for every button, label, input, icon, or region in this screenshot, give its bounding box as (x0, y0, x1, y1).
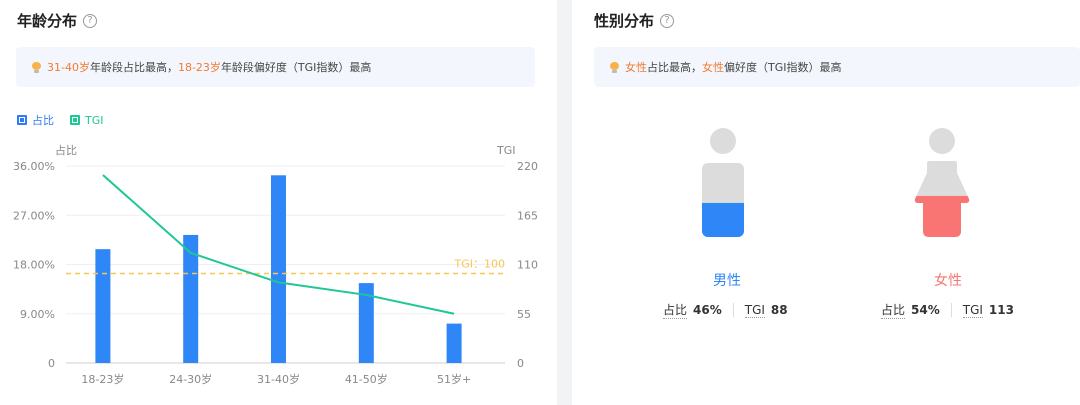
left-axis-tick: 36.00% (13, 160, 55, 173)
x-axis-tick: 24-30岁 (169, 372, 212, 386)
x-axis-tick: 41-50岁 (345, 372, 388, 386)
tip-text: 占比最高， (647, 61, 702, 74)
left-axis-tick: 0 (48, 357, 55, 370)
right-axis-tick: 165 (517, 209, 538, 222)
male-figure-icon (702, 128, 744, 237)
female-figure-icon (914, 128, 970, 237)
right-axis-tick: 110 (517, 259, 538, 272)
age-panel-title: 年龄分布 (17, 12, 78, 30)
x-axis-tick: 51岁+ (437, 372, 471, 386)
right-axis-tick: 0 (517, 357, 524, 370)
legend-item-tgi[interactable]: TGI (70, 112, 104, 128)
tip-text: 年龄段占比最高， (89, 61, 178, 74)
question-circle-icon[interactable]: ? (83, 13, 98, 28)
male-tgi-value: 88 (770, 303, 788, 317)
legend-label: TGI (85, 113, 104, 127)
stat-divider (732, 303, 734, 317)
female-tgi-key: TGI (962, 302, 983, 318)
lightbulb-icon (32, 61, 41, 73)
tip-highlight: 31-40岁 (47, 61, 90, 74)
right-axis-tick: 220 (517, 160, 538, 173)
legend-label: 占比 (32, 114, 54, 127)
left-axis-tick: 9.00% (20, 308, 55, 321)
female-tgi-value: 113 (988, 303, 1014, 317)
tip-highlight: 女性 (702, 61, 724, 74)
question-circle-icon[interactable]: ? (660, 13, 675, 28)
gender-insight-tip: 女性 占比最高， 女性 偏好度（TGI指数）最高 (594, 47, 1080, 87)
x-axis-tick: 31-40岁 (257, 372, 300, 386)
female-label: 女性 (934, 273, 962, 289)
tip-text: 年龄段偏好度（TGI指数）最高 (220, 61, 372, 74)
left-axis-tick: 27.00% (13, 209, 55, 222)
gender-distribution-panel: 性别分布 ? 女性 占比最高， 女性 偏好度（TGI指数）最高 男性 占比 46… (572, 0, 1080, 405)
left-axis-title: 占比 (55, 143, 77, 157)
age-insight-tip: 31-40岁 年龄段占比最高， 18-23岁 年龄段偏好度（TGI指数）最高 (16, 47, 535, 87)
female-share-key: 占比 (881, 303, 906, 319)
left-axis-tick: 18.00% (13, 259, 55, 272)
tip-highlight: 女性 (625, 61, 647, 74)
male-tgi-key: TGI (744, 302, 765, 318)
male-stats: 占比 46% TGI 88 (663, 301, 788, 319)
legend-swatch-blue (17, 115, 27, 125)
age-distribution-panel: 年龄分布 ? 31-40岁 年龄段占比最高， 18-23岁 年龄段偏好度（TGI… (0, 0, 557, 405)
legend-swatch-green (70, 115, 80, 125)
stat-divider (950, 303, 952, 317)
gender-panel-title: 性别分布 (594, 12, 655, 30)
bar-share (95, 249, 111, 363)
gender-title-row: 性别分布 ? (594, 10, 675, 31)
age-title-row: 年龄分布 ? (17, 10, 98, 31)
lightbulb-icon (610, 61, 619, 73)
legend-item-share[interactable]: 占比 (17, 112, 54, 128)
male-share-key: 占比 (663, 303, 688, 319)
x-axis-tick: 18-23岁 (81, 372, 124, 386)
chart-legend: 占比 TGI (17, 112, 104, 128)
bar-share (271, 175, 286, 363)
tip-text: 偏好度（TGI指数）最高 (724, 61, 842, 74)
tgi-reference-label: TGI：100 (454, 257, 505, 270)
tip-highlight: 18-23岁 (177, 61, 221, 74)
male-label: 男性 (713, 273, 741, 289)
right-axis-tick: 55 (517, 308, 531, 321)
female-stats: 占比 54% TGI 113 (881, 301, 1014, 319)
female-share-value: 54% (911, 303, 940, 317)
right-axis-title: TGI (496, 144, 516, 157)
male-share-value: 46% (693, 303, 722, 317)
age-combo-chart: 占比 TGI TGI：100 0 9.00% 18.00% 27.00% 36.00% 0… (13, 143, 538, 386)
bar-share (446, 323, 462, 363)
